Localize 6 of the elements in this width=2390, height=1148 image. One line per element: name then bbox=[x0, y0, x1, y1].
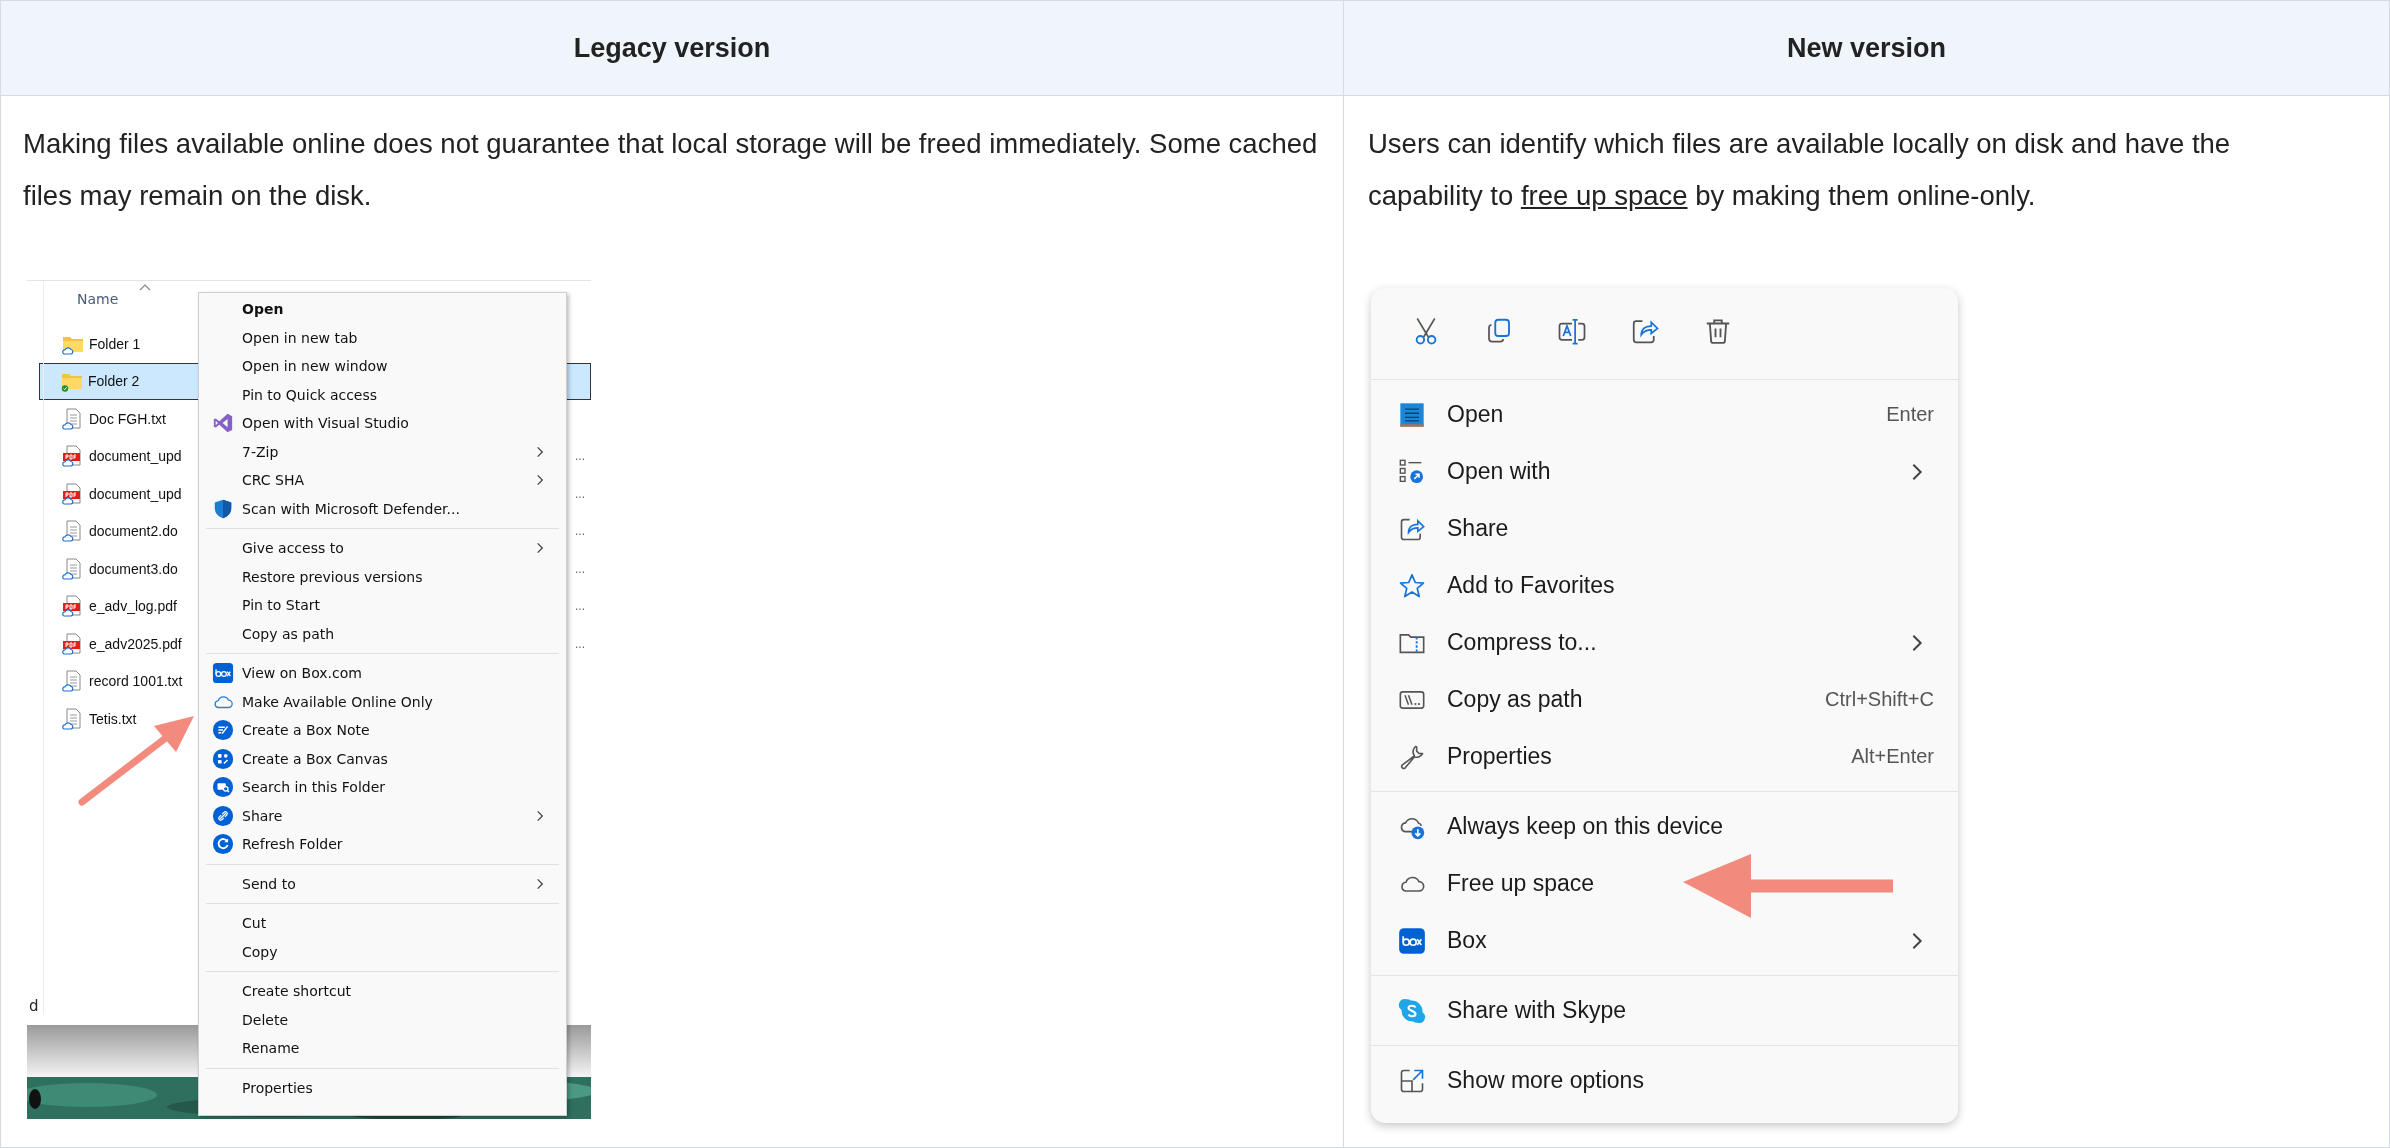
description-text: Making files available online does not guarantee that local storage will be freed immediately. Some cached files may remain on the disk. bbox=[23, 127, 1319, 213]
description-text: Users can identify which files are available locally on disk and have the capability to free up space by making them online-only. bbox=[1368, 127, 2232, 213]
column-header: Name bbox=[77, 291, 119, 307]
status-text: d bbox=[29, 997, 39, 1015]
column-header: Legacy version bbox=[1, 1, 1344, 95]
column-header: New version bbox=[1785, 31, 1948, 65]
